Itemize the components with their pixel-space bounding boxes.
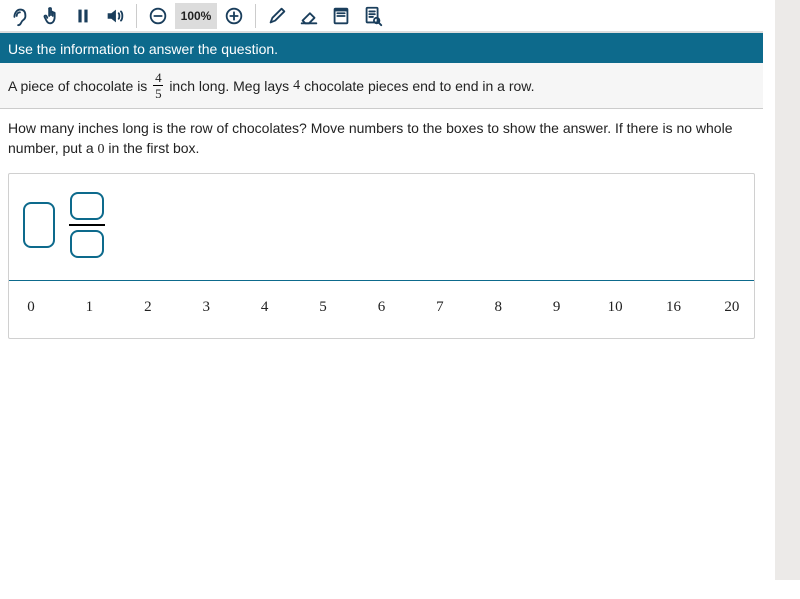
document-search-icon: [362, 5, 384, 27]
zoom-level: 100%: [175, 3, 217, 29]
number-chip[interactable]: 2: [138, 299, 158, 316]
fraction-boxes: [69, 192, 105, 258]
zoom-in-button[interactable]: [219, 1, 249, 31]
number-chip[interactable]: 20: [722, 299, 742, 316]
numerator-box[interactable]: [70, 192, 104, 220]
reference-button[interactable]: [358, 1, 388, 31]
number-chip[interactable]: 16: [663, 299, 683, 316]
pointer-button[interactable]: [36, 1, 66, 31]
fraction-numerator: 4: [155, 71, 162, 84]
problem-count: 4: [293, 78, 300, 94]
number-chip[interactable]: 8: [488, 299, 508, 316]
notepad-icon: [330, 5, 352, 27]
pause-button[interactable]: [68, 1, 98, 31]
question-part2: in the first box.: [108, 140, 199, 156]
toolbar: 100%: [0, 0, 763, 33]
number-chip[interactable]: 0: [21, 299, 41, 316]
instruction-banner: Use the information to answer the questi…: [0, 35, 763, 63]
problem-part3: chocolate pieces end to end in a row.: [304, 78, 534, 94]
scrollbar-track[interactable]: [775, 0, 800, 580]
zoom-out-icon: [147, 5, 169, 27]
pause-icon: [72, 5, 94, 27]
speaker-icon: [104, 5, 126, 27]
number-chip[interactable]: 3: [196, 299, 216, 316]
problem-text: A piece of chocolate is 4 5 inch long. M…: [0, 63, 763, 109]
hand-icon: [40, 5, 62, 27]
question-text: How many inches long is the row of choco…: [0, 109, 763, 167]
denominator-box[interactable]: [70, 230, 104, 258]
number-chip[interactable]: 7: [430, 299, 450, 316]
number-chip[interactable]: 10: [605, 299, 625, 316]
fraction-line: [69, 224, 105, 226]
problem-part1: A piece of chocolate is: [8, 78, 147, 94]
number-chip[interactable]: 6: [371, 299, 391, 316]
answer-area: 0 1 2 3 4 5 6 7 8 9 10 16 20: [8, 173, 755, 339]
number-chip[interactable]: 4: [255, 299, 275, 316]
pen-icon: [266, 5, 288, 27]
answer-dropzone-row: [9, 174, 754, 280]
fraction: 4 5: [153, 71, 163, 100]
number-chip[interactable]: 1: [79, 299, 99, 316]
zoom-in-icon: [223, 5, 245, 27]
volume-button[interactable]: [100, 1, 130, 31]
toolbar-divider: [136, 4, 137, 28]
fraction-denominator: 5: [155, 87, 162, 100]
question-zero: 0: [98, 142, 105, 157]
zoom-out-button[interactable]: [143, 1, 173, 31]
number-chip[interactable]: 9: [547, 299, 567, 316]
number-bank: 0 1 2 3 4 5 6 7 8 9 10 16 20: [9, 281, 754, 338]
ear-icon: [8, 5, 30, 27]
highlighter-button[interactable]: [262, 1, 292, 31]
problem-part2: inch long. Meg lays: [169, 78, 289, 94]
number-chip[interactable]: 5: [313, 299, 333, 316]
notepad-button[interactable]: [326, 1, 356, 31]
eraser-button[interactable]: [294, 1, 324, 31]
whole-number-box[interactable]: [23, 202, 55, 248]
zoom-controls: 100%: [143, 1, 249, 31]
listen-button[interactable]: [4, 1, 34, 31]
toolbar-divider: [255, 4, 256, 28]
eraser-icon: [298, 5, 320, 27]
